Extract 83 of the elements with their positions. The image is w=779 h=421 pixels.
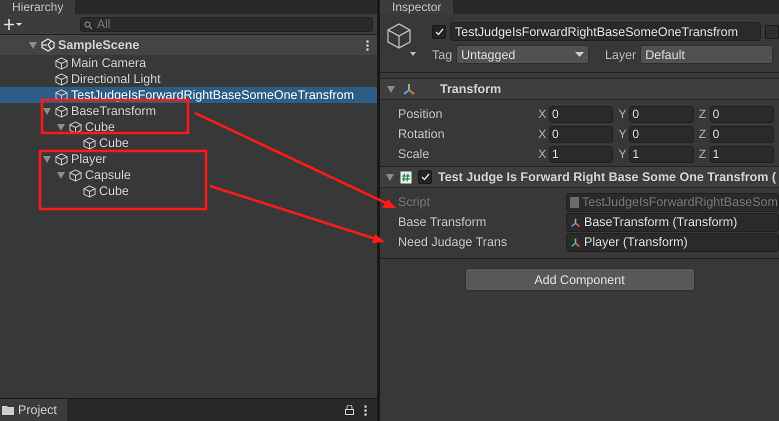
lock-icon[interactable] <box>345 405 354 415</box>
object-name-field[interactable]: TestJudgeIsForwardRightBaseSomeOneTransfrom <box>450 22 761 41</box>
script-icon <box>400 170 412 184</box>
search-icon <box>84 20 94 30</box>
axis-label: Y <box>618 107 628 121</box>
active-checkbox[interactable] <box>432 24 446 38</box>
hierarchy-item[interactable]: Main Camera <box>0 55 377 71</box>
expanded-arrow-icon[interactable] <box>57 172 65 178</box>
transform-axes-icon <box>570 236 581 248</box>
checkmark-icon <box>434 28 444 36</box>
expanded-arrow-icon[interactable] <box>387 86 395 92</box>
value-field[interactable]: 0 <box>629 126 694 142</box>
more-options-icon[interactable] <box>364 404 367 416</box>
hierarchy-tab[interactable]: Hierarchy <box>0 0 76 14</box>
cube-icon <box>83 136 96 150</box>
tag-dropdown[interactable]: Untagged <box>456 45 589 64</box>
property-label: Script <box>398 195 431 209</box>
transform-axes-icon <box>402 82 416 96</box>
component-header[interactable]: Transform <box>380 78 779 100</box>
cube-icon <box>55 88 68 102</box>
value-field[interactable]: 0 <box>710 106 774 122</box>
axis-label: X <box>538 107 548 121</box>
axis-label: Y <box>618 147 628 161</box>
project-tab[interactable]: Project <box>0 399 67 421</box>
hierarchy-item[interactable]: BaseTransform <box>0 103 377 119</box>
axis-label: Z <box>698 147 708 161</box>
object-field[interactable]: Player (Transform) <box>566 232 779 252</box>
search-field[interactable]: All <box>80 16 373 32</box>
cube-icon <box>69 168 82 182</box>
hierarchy-item[interactable]: Cube <box>0 119 377 135</box>
property-label: Rotation <box>398 127 446 141</box>
cube-icon <box>55 152 68 166</box>
script-file-icon <box>570 196 579 208</box>
scene-row[interactable]: SampleScene <box>0 35 377 55</box>
checkmark-icon <box>420 173 430 181</box>
folder-icon <box>2 405 14 415</box>
axis-label: Z <box>698 127 708 141</box>
property-label: Position <box>398 107 444 121</box>
expanded-arrow-icon[interactable] <box>57 124 65 130</box>
value-field[interactable]: 0 <box>549 106 614 122</box>
tag-label: Tag <box>432 48 452 62</box>
enabled-checkbox[interactable] <box>418 170 432 184</box>
value-field[interactable]: 1 <box>629 146 694 162</box>
axis-label: X <box>538 147 548 161</box>
property-label: Scale <box>398 147 430 161</box>
axis-label: Y <box>618 127 628 141</box>
hierarchy-item[interactable]: Capsule <box>0 167 377 183</box>
object-field[interactable]: BaseTransform (Transform) <box>566 212 779 232</box>
static-checkbox[interactable] <box>765 24 779 38</box>
cube-icon <box>55 56 68 70</box>
expanded-arrow-icon[interactable] <box>43 156 51 162</box>
unity-logo-icon <box>41 38 55 52</box>
gameobject-cube-icon[interactable] <box>386 22 416 58</box>
expanded-arrow-icon[interactable] <box>43 108 51 114</box>
property-label: Need Judage Trans <box>398 235 508 249</box>
cube-icon <box>55 72 68 86</box>
hierarchy-item[interactable]: Cube <box>0 183 377 199</box>
dropdown-caret-icon <box>574 52 584 57</box>
more-options-icon[interactable] <box>366 40 369 50</box>
layer-label: Layer <box>604 48 636 62</box>
hierarchy-item[interactable]: Player <box>0 151 377 167</box>
cube-icon <box>69 120 82 134</box>
create-button[interactable] <box>4 18 22 30</box>
inspector-tab[interactable]: Inspector <box>380 0 454 14</box>
property-label: Base Transform <box>398 215 488 229</box>
layer-dropdown[interactable]: Default <box>640 45 773 64</box>
value-field[interactable]: 1 <box>549 146 614 162</box>
component-header[interactable]: Test Judge Is Forward Right Base Some One Transfrom ( <box>380 166 779 188</box>
expanded-arrow-icon[interactable] <box>29 42 37 48</box>
hierarchy-item[interactable]: Cube <box>0 135 377 151</box>
value-field[interactable]: 0 <box>549 126 614 142</box>
value-field[interactable]: 0 <box>629 106 694 122</box>
value-field[interactable]: 1 <box>710 146 774 162</box>
cube-icon <box>55 104 68 118</box>
hierarchy-item[interactable]: TestJudgeIsForwardRightBaseSomeOneTransfrom <box>0 87 377 103</box>
axis-label: X <box>538 127 548 141</box>
expanded-arrow-icon[interactable] <box>386 174 394 180</box>
value-field[interactable]: 0 <box>710 126 774 142</box>
cube-icon <box>83 184 96 198</box>
hierarchy-item[interactable]: Directional Light <box>0 71 377 87</box>
transform-axes-icon <box>570 216 581 228</box>
add-component-button[interactable]: Add Component <box>464 268 694 291</box>
axis-label: Z <box>698 107 708 121</box>
